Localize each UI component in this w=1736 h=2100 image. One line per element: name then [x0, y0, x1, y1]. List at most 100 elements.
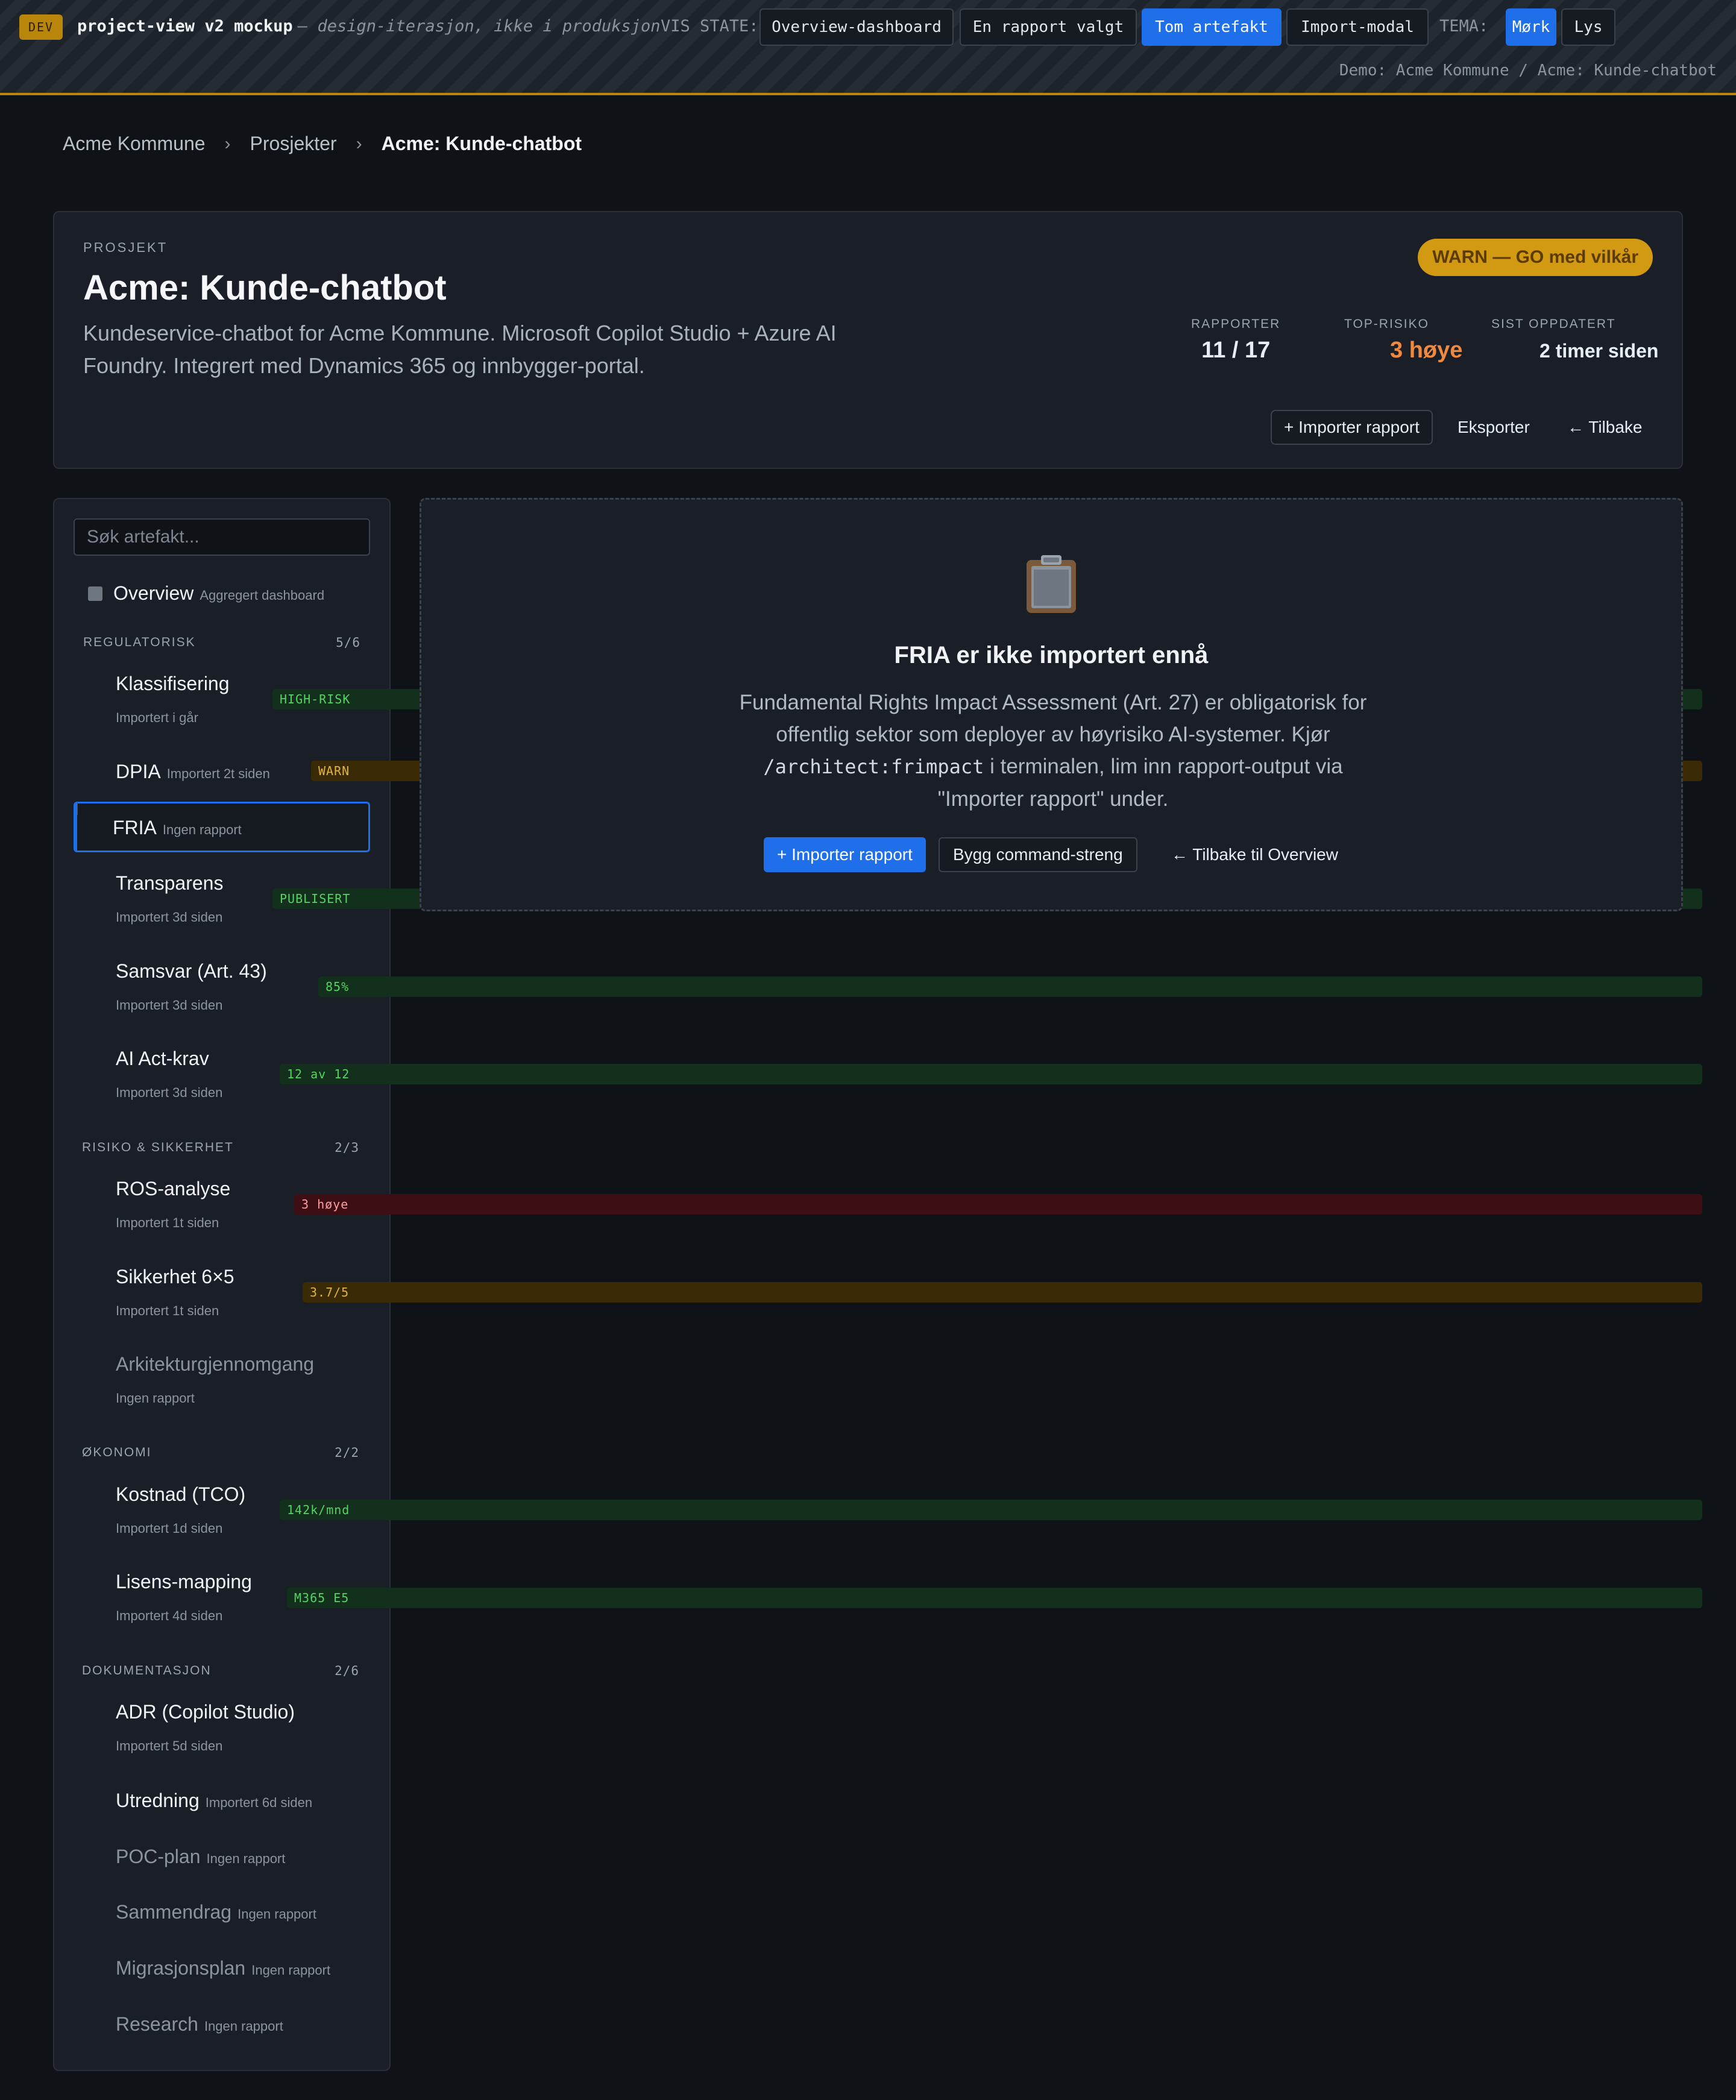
item-sub: Importert i går [116, 710, 198, 725]
empty-state-title: FRIA er ikke importert ennå [894, 642, 1209, 668]
project-title: Acme: Kunde-chatbot [83, 268, 447, 307]
group-title: DOKUMENTASJON [82, 1664, 212, 1677]
item-label: Migrasjonsplan [116, 1957, 246, 1979]
item-label-row: Research Ingen rapport [116, 2013, 283, 2036]
build-command-button[interactable]: Bygg command-streng [939, 837, 1137, 872]
item-tag: 85% [318, 976, 1702, 997]
breadcrumb: Acme Kommune › Prosjekter › Acme: Kunde-… [63, 133, 582, 155]
state-button-report-selected[interactable]: En rapport valgt [960, 8, 1137, 46]
dev-banner: DEV project-view v2 mockup — design-iter… [0, 0, 1736, 95]
item-label: AI Act-krav [116, 1048, 209, 1069]
item-label: Lisens-mapping [116, 1571, 252, 1592]
item-label: DPIA [116, 761, 161, 782]
stat-reports: RAPPORTER 11 / 17 [1191, 317, 1280, 363]
item-sub: Importert 3d siden [116, 1085, 223, 1100]
item-sub: Importert 4d siden [116, 1608, 223, 1623]
command-code: /architect:frimpact [763, 755, 984, 778]
item-label-row: Sammendrag Ingen rapport [116, 1901, 316, 1923]
state-button-empty-artifact[interactable]: Tom artefakt [1142, 8, 1282, 46]
stat-updated-value: 2 timer siden [1539, 340, 1659, 362]
group-header-regulatory: REGULATORISK 5/6 [83, 635, 360, 650]
item-label-row: Migrasjonsplan Ingen rapport [116, 1957, 330, 1979]
item-sub: Ingen rapport [251, 1963, 331, 1978]
item-label: Klassifisering [116, 673, 230, 694]
item-label-row: Utredning Importert 6d siden [116, 1790, 312, 1812]
state-button-import-modal[interactable]: Import-modal [1286, 8, 1429, 46]
theme-button-light[interactable]: Lys [1561, 8, 1615, 46]
item-sub: Importert 6d siden [205, 1795, 313, 1810]
item-label: Sikkerhet 6×5 [116, 1266, 234, 1287]
item-label: Sammendrag [116, 1901, 232, 1923]
back-button[interactable]: ← Tilbake [1555, 410, 1655, 445]
demo-context: Demo: Acme Kommune / Acme: Kunde-chatbot [1339, 61, 1717, 80]
state-button-overview[interactable]: Overview-dashboard [760, 8, 954, 46]
stat-reports-value: 11 / 17 [1201, 338, 1271, 363]
item-label: Arkitekturgjennomgang [116, 1353, 315, 1375]
export-button[interactable]: Eksporter [1445, 410, 1542, 445]
stat-reports-label: RAPPORTER [1191, 317, 1281, 331]
state-label: VIS STATE: [661, 17, 759, 36]
empty-import-report-button[interactable]: + Importer rapport [764, 837, 926, 872]
item-sub: Ingen rapport [206, 1851, 286, 1866]
group-header-risk: RISIKO & SIKKERHET 2/3 [82, 1140, 359, 1155]
stat-top-risk: TOP-RISIKO 3 høye [1344, 317, 1462, 363]
breadcrumb-separator: › [356, 133, 362, 154]
item-label: Utredning [116, 1790, 200, 1811]
item-sub: Importert 2t siden [166, 766, 270, 781]
project-description: Kundeservice-chatbot for Acme Kommune. M… [83, 321, 837, 378]
group-count: 2/6 [335, 1664, 359, 1678]
item-label: POC-plan [116, 1846, 201, 1867]
group-title: ØKONOMI [82, 1445, 152, 1459]
breadcrumb-projects[interactable]: Prosjekter [250, 133, 337, 155]
desc-part-2: i terminalen, lim inn rapport-output via… [937, 755, 1343, 811]
item-sub: Importert 5d siden [116, 1738, 223, 1753]
clipboard-icon [1027, 555, 1076, 613]
sidebar-item-fria-selected[interactable]: FRIA Ingen rapport [74, 802, 370, 852]
group-count: 5/6 [336, 635, 360, 650]
breadcrumb-separator: › [224, 133, 231, 154]
item-label-row: DPIA Importert 2t siden [116, 761, 270, 783]
item-sub: Importert 1t siden [116, 1215, 219, 1230]
group-header-docs: DOKUMENTASJON 2/6 [82, 1664, 359, 1678]
item-label: ROS-analyse [116, 1178, 231, 1199]
dashboard-icon [88, 586, 102, 601]
group-count: 2/3 [335, 1140, 359, 1155]
sidebar-item-overview[interactable]: Overview Aggregert dashboard [88, 582, 324, 605]
item-sub: Importert 3d siden [116, 998, 223, 1013]
item-label: Transparens [116, 872, 224, 894]
project-header-card: PROSJEKT Acme: Kunde-chatbot Kundeservic… [53, 211, 1683, 469]
theme-button-dark[interactable]: Mørk [1506, 8, 1556, 46]
breadcrumb-org[interactable]: Acme Kommune [63, 133, 206, 155]
stat-risk-label: TOP-RISIKO [1344, 317, 1429, 331]
overview-sub: Aggregert dashboard [200, 588, 325, 603]
item-label: Research [116, 2013, 198, 2035]
item-sub: Importert 1t siden [116, 1303, 219, 1318]
group-count: 2/2 [335, 1445, 359, 1460]
item-sub: Ingen rapport [237, 1907, 316, 1922]
back-to-overview-button[interactable]: ← Tilbake til Overview [1158, 837, 1351, 872]
group-title: REGULATORISK [83, 635, 196, 649]
item-sub: Ingen rapport [162, 822, 242, 837]
item-label: Kostnad (TCO) [116, 1483, 246, 1505]
stat-last-updated: SIST OPPDATERT 2 timer siden [1491, 317, 1658, 362]
desc-part-1: Fundamental Rights Impact Assessment (Ar… [739, 691, 1367, 746]
item-tag: 12 av 12 [280, 1064, 1702, 1084]
empty-artifact-panel: FRIA er ikke importert ennå Fundamental … [420, 498, 1683, 911]
import-report-button[interactable]: + Importer rapport [1271, 410, 1433, 445]
breadcrumb-current: Acme: Kunde-chatbot [381, 133, 582, 154]
item-label-row: POC-plan Ingen rapport [116, 1846, 285, 1868]
empty-state-description: Fundamental Rights Impact Assessment (Ar… [722, 687, 1385, 815]
theme-label: TEMA: [1439, 17, 1489, 36]
item-tag: 142k/mnd [280, 1500, 1702, 1520]
stat-updated-label: SIST OPPDATERT [1491, 317, 1616, 331]
item-sub: Ingen rapport [116, 1391, 195, 1406]
item-tag: 3.7/5 [303, 1282, 1702, 1303]
status-badge: WARN — GO med vilkår [1418, 239, 1653, 276]
item-sub: Importert 1d siden [116, 1521, 223, 1536]
dev-badge: DEV [19, 14, 63, 40]
project-eyebrow: PROSJEKT [83, 240, 168, 255]
stat-risk-value: 3 høye [1390, 338, 1463, 363]
item-sub: Importert 3d siden [116, 910, 223, 925]
artifact-search-input[interactable] [74, 518, 370, 556]
status-dot-empty [75, 802, 78, 815]
